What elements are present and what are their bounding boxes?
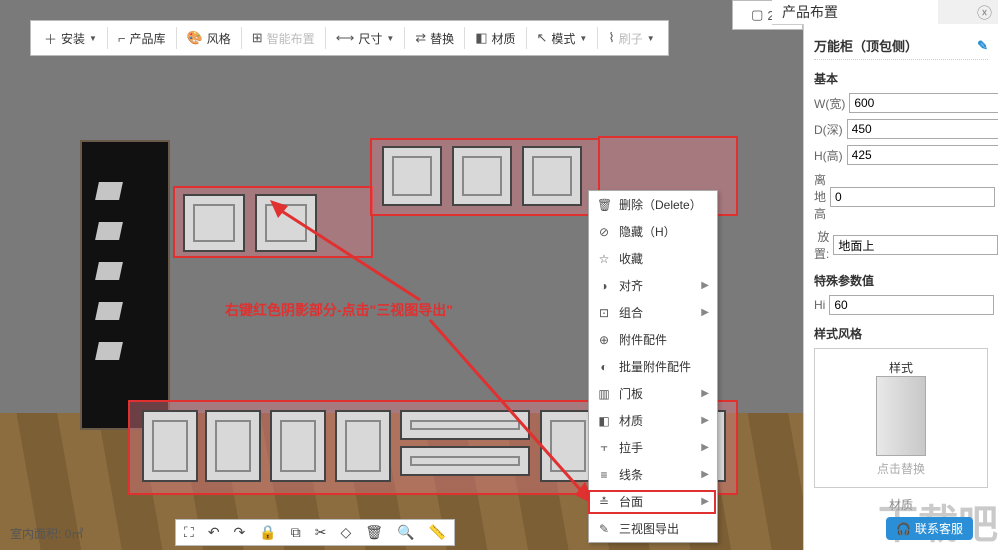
tool-cut-icon[interactable]: ✂ <box>315 524 327 541</box>
door-model[interactable] <box>80 140 170 430</box>
selected-cabinet-upper-mid[interactable] <box>370 138 600 216</box>
eye-off-icon: ⊘ <box>597 225 611 239</box>
line-icon: ≡ <box>597 468 611 482</box>
support-button[interactable]: 🎧联系客服 <box>886 517 973 540</box>
depth-input[interactable] <box>847 119 998 139</box>
ctx-favorite[interactable]: ☆收藏 <box>589 245 717 272</box>
plus-circle-icon: ⊕ <box>597 333 611 347</box>
tool-ruler-icon[interactable]: 📏 <box>428 524 445 541</box>
group-icon: ⊡ <box>597 306 611 320</box>
tool-copy-icon[interactable]: ⧉ <box>291 524 301 541</box>
main-toolbar: ＋安装▼ ⌐产品库 🎨风格 ⊞智能布置 ⟷尺寸▼ ⇄替换 ◧材质 ↖模式▼ ⌇刷… <box>30 20 669 56</box>
ctx-accessory[interactable]: ⊕附件配件 <box>589 326 717 353</box>
tool-search-icon[interactable]: 🔍 <box>397 524 414 541</box>
align-icon: ◑ <box>597 279 611 293</box>
countertop-icon: ≛ <box>597 495 611 509</box>
chevron-right-icon: ▶ <box>701 496 709 507</box>
floorplan-icon: ▢ <box>751 7 763 23</box>
width-input[interactable] <box>849 93 998 113</box>
ctx-door-panel[interactable]: ▥门板▶ <box>589 380 717 407</box>
replace-tool[interactable]: ⇄替换 <box>407 21 462 55</box>
place-input[interactable] <box>833 235 998 255</box>
hi-input[interactable] <box>829 295 994 315</box>
tool-lock-icon[interactable]: 🔒 <box>259 524 276 541</box>
material-icon: ◧ <box>597 414 611 428</box>
edit-icon[interactable]: ✎ <box>977 38 988 54</box>
style-picker[interactable]: 样式 点击替换 <box>814 348 988 488</box>
install-tool[interactable]: ＋安装▼ <box>36 21 105 55</box>
ctx-align[interactable]: ◑对齐▶ <box>589 272 717 299</box>
tool-trash-icon[interactable]: 🗑 <box>365 524 383 541</box>
ctx-hide[interactable]: ⊘隐藏（H） <box>589 218 717 245</box>
door-icon: ▥ <box>597 387 611 401</box>
ctx-material[interactable]: ◧材质▶ <box>589 407 717 434</box>
mode-tool[interactable]: ↖模式▼ <box>529 21 596 55</box>
dimension-tool[interactable]: ⟷尺寸▼ <box>328 21 403 55</box>
product-lib-tool[interactable]: ⌐产品库 <box>110 21 174 55</box>
handle-icon: ⫟ <box>597 440 611 455</box>
tool-redo-icon[interactable]: ↷ <box>234 524 246 541</box>
style-tool[interactable]: 🎨风格 <box>179 21 239 55</box>
properties-panel: 万能柜（顶包侧） ✎ 基本 W(宽)▼ D(深)▼ H(高)▼ 离地高▼ 放置:… <box>803 24 998 550</box>
annotation-text: 右键红色阴影部分-点击"三视图导出" <box>225 300 453 320</box>
context-menu: 🗑删除（Delete） ⊘隐藏（H） ☆收藏 ◑对齐▶ ⊡组合▶ ⊕附件配件 ◐… <box>588 190 718 543</box>
brush-tool[interactable]: ⌇刷子▼ <box>600 21 662 55</box>
ctx-group[interactable]: ⊡组合▶ <box>589 299 717 326</box>
ctx-delete[interactable]: 🗑删除（Delete） <box>589 191 717 218</box>
ctx-batch-accessory[interactable]: ◐批量附件配件 <box>589 353 717 380</box>
ctx-line[interactable]: ≡线条▶ <box>589 461 717 488</box>
tool-undo-icon[interactable]: ↶ <box>208 524 220 541</box>
tool-fullscreen-icon[interactable]: ⛶ <box>184 524 194 541</box>
height-input[interactable] <box>847 145 998 165</box>
export-icon: ✎ <box>597 522 611 536</box>
chevron-right-icon: ▶ <box>701 415 709 426</box>
chevron-right-icon: ▶ <box>701 388 709 399</box>
ctx-handle[interactable]: ⫟拉手▶ <box>589 434 717 461</box>
star-icon: ☆ <box>597 252 611 266</box>
section-style: 样式风格 <box>814 325 988 342</box>
product-name: 万能柜（顶包侧） <box>814 36 918 55</box>
headset-icon: 🎧 <box>896 522 911 536</box>
trash-icon: 🗑 <box>597 198 611 212</box>
panel-header: 产品布置 <box>772 0 938 25</box>
chevron-right-icon: ▶ <box>701 469 709 480</box>
selected-cabinet-upper-left[interactable] <box>173 186 373 258</box>
bottom-toolbar: ⛶ ↶ ↷ 🔒 ⧉ ✂ ◇ 🗑 🔍 📏 <box>175 519 455 546</box>
ctx-export-three-view[interactable]: ✎三视图导出 <box>589 515 717 542</box>
close-panel-icon[interactable]: ⓧ <box>977 2 992 23</box>
section-basic: 基本 <box>814 70 988 87</box>
plus-circle-icon: ◐ <box>597 360 611 374</box>
ctx-countertop[interactable]: ≛台面▶ <box>589 488 717 515</box>
ground-input[interactable] <box>830 187 995 207</box>
material-tool[interactable]: ◧材质 <box>467 21 523 55</box>
smart-layout-tool[interactable]: ⊞智能布置 <box>244 21 323 55</box>
chevron-right-icon: ▶ <box>701 280 709 291</box>
room-area-status: 室内面积: 0㎡ <box>10 525 83 542</box>
tool-eraser-icon[interactable]: ◇ <box>340 524 351 541</box>
section-special: 特殊参数值 <box>814 272 988 289</box>
chevron-right-icon: ▶ <box>701 307 709 318</box>
chevron-right-icon: ▶ <box>701 442 709 453</box>
style-preview <box>876 376 926 456</box>
